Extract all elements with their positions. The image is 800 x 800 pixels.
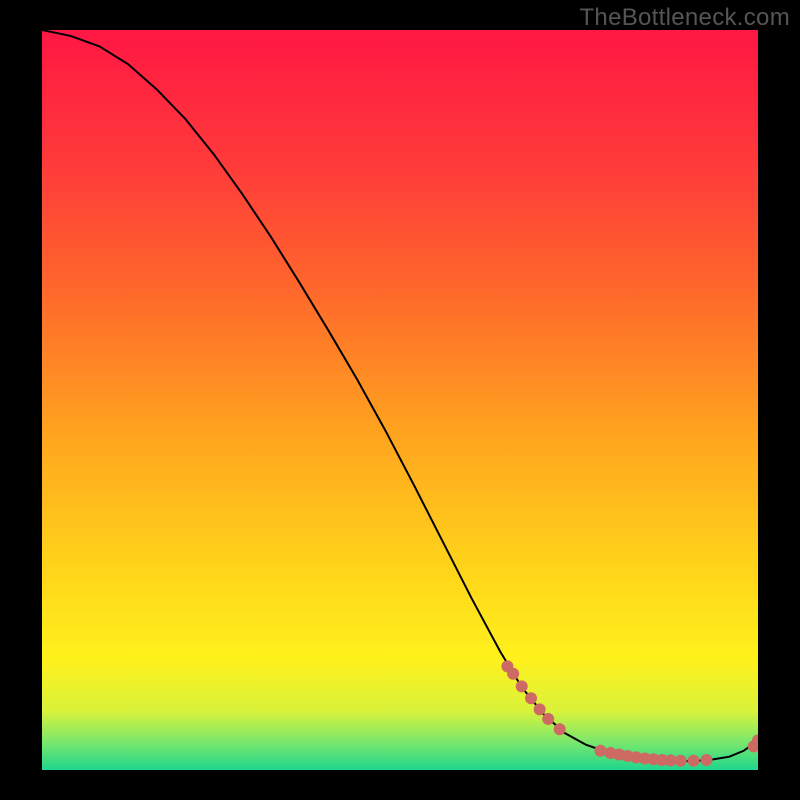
- plot-area: [42, 30, 758, 770]
- marker-dot: [534, 703, 546, 715]
- chart-svg: [42, 30, 758, 770]
- marker-dot: [594, 745, 606, 757]
- watermark-text: TheBottleneck.com: [579, 4, 790, 32]
- marker-dot: [554, 723, 566, 735]
- gradient-rect: [42, 30, 758, 770]
- marker-dot: [525, 692, 537, 704]
- chart-stage: TheBottleneck.com: [0, 0, 800, 800]
- marker-dot: [675, 755, 687, 767]
- marker-dot: [507, 668, 519, 680]
- marker-dot: [516, 680, 528, 692]
- marker-dot: [542, 713, 554, 725]
- marker-dot: [688, 755, 700, 767]
- marker-dot: [700, 754, 712, 766]
